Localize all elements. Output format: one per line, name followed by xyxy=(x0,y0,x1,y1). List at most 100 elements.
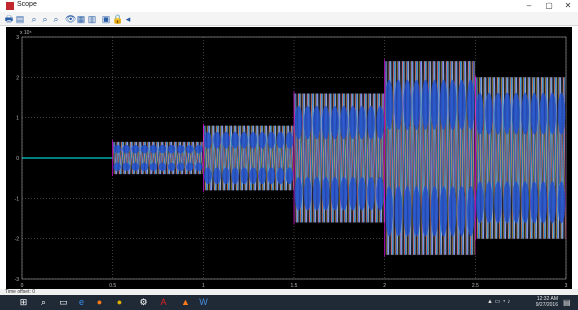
acrobat-icon[interactable]: A xyxy=(158,297,169,308)
zoom-x-icon[interactable]: ⌕ xyxy=(40,14,50,24)
print-icon[interactable]: 🖶 xyxy=(4,14,14,24)
chrome-icon[interactable]: ● xyxy=(114,297,125,308)
beat-lobe xyxy=(140,144,149,154)
beat-lobe xyxy=(158,162,167,172)
beat-lobe xyxy=(512,92,520,135)
beat-lobe xyxy=(412,186,421,237)
beat-lobe xyxy=(439,186,448,237)
beat-lobe xyxy=(457,79,466,130)
beat-lobe xyxy=(466,186,475,237)
beat-lobe xyxy=(185,162,194,172)
zoom-icon[interactable]: ⌕ xyxy=(29,14,39,24)
beat-lobe xyxy=(330,105,339,140)
beat-lobe xyxy=(285,131,294,149)
beat-lobe xyxy=(385,79,394,130)
beat-lobe xyxy=(521,92,530,135)
beat-lobe xyxy=(140,162,149,172)
beat-lobe xyxy=(240,131,248,149)
beat-lobe xyxy=(276,131,285,149)
beat-lobe xyxy=(503,92,511,135)
search-icon[interactable]: ⌕ xyxy=(38,297,49,308)
word-icon[interactable]: W xyxy=(198,297,209,308)
beat-lobe xyxy=(539,181,548,224)
beat-lobe xyxy=(466,79,475,130)
beat-lobe xyxy=(349,176,357,211)
beat-lobe xyxy=(439,79,448,130)
save-axes-icon[interactable]: ▦ xyxy=(76,14,86,24)
beat-lobe xyxy=(530,181,539,224)
zoom-y-icon[interactable]: ⌕ xyxy=(51,14,61,24)
notification-icon[interactable]: ▤ xyxy=(563,298,572,307)
close-button[interactable]: ✕ xyxy=(559,0,577,12)
beat-lobe xyxy=(267,167,276,185)
beat-lobe xyxy=(548,92,557,135)
beat-lobe xyxy=(412,79,421,130)
beat-lobe xyxy=(222,167,230,185)
signal-selector-icon[interactable]: ◂ xyxy=(123,14,133,24)
beat-lobe xyxy=(494,92,502,135)
beat-lobe xyxy=(149,144,158,154)
beat-lobe xyxy=(485,92,493,135)
beat-lobe xyxy=(330,176,339,211)
system-clock[interactable]: 12:32 AM 9/27/2016 xyxy=(536,296,558,308)
minimize-button[interactable]: – xyxy=(520,0,538,12)
beat-lobe xyxy=(222,131,230,149)
y-tick-label: 0 xyxy=(16,156,19,162)
beat-lobe xyxy=(448,186,457,237)
beat-lobe xyxy=(503,181,511,224)
beat-lobe xyxy=(448,79,457,130)
beat-lobe xyxy=(149,162,158,172)
beat-lobe xyxy=(158,144,167,154)
params-icon[interactable]: ▤ xyxy=(15,14,25,24)
beat-lobe xyxy=(312,176,321,211)
beat-lobe xyxy=(113,144,122,154)
beat-lobe xyxy=(294,105,303,140)
restore-axes-icon[interactable]: ▥ xyxy=(87,14,97,24)
beat-lobe xyxy=(376,105,384,140)
beat-lobe xyxy=(167,162,176,172)
firefox-icon[interactable]: ● xyxy=(94,297,105,308)
scope-axes[interactable]: 0 0.5 1 1.5 2 2.5 3 -3 -2 -1 0 1 2 3 x 10⁵ xyxy=(6,27,572,289)
beat-lobe xyxy=(394,186,403,237)
beat-lobe xyxy=(176,162,185,172)
maximize-button[interactable]: ▢ xyxy=(540,0,558,12)
beat-lobe xyxy=(122,162,131,172)
tray-icons[interactable]: ▲ ▭ ◔ ♪ xyxy=(487,298,510,305)
beat-lobe xyxy=(485,181,493,224)
beat-lobe xyxy=(321,105,330,140)
matlab-icon[interactable]: ▲ xyxy=(180,297,191,308)
beat-lobe xyxy=(421,186,430,237)
taskview-icon[interactable]: ▭ xyxy=(58,297,69,308)
beat-lobe xyxy=(376,176,384,211)
beat-lobe xyxy=(194,144,203,154)
beat-lobe xyxy=(394,79,403,130)
beat-lobe xyxy=(321,176,330,211)
edge-icon[interactable]: e xyxy=(76,297,87,308)
beat-lobe xyxy=(303,105,312,140)
beat-lobe xyxy=(557,92,566,135)
beat-lobe xyxy=(285,167,294,185)
beat-lobe xyxy=(457,186,466,237)
beat-lobe xyxy=(204,167,212,185)
settings-icon[interactable]: ⚙ xyxy=(138,297,149,308)
beat-lobe xyxy=(421,79,430,130)
binoculars-icon[interactable]: 👁 xyxy=(65,14,76,24)
beat-lobe xyxy=(213,131,221,149)
y-tick-label: 2 xyxy=(16,75,19,81)
beat-lobe xyxy=(548,181,557,224)
beat-lobe xyxy=(194,162,203,172)
beat-lobe xyxy=(403,186,412,237)
beat-lobe xyxy=(249,167,258,185)
y-tick-label: 3 xyxy=(16,35,19,41)
start-icon[interactable]: ⊞ xyxy=(18,297,29,308)
y-tick-label: -2 xyxy=(15,237,20,243)
beat-lobe xyxy=(530,92,539,135)
floating-scope-icon[interactable]: ▣ xyxy=(101,14,111,24)
lock-icon[interactable]: 🔒 xyxy=(112,14,123,24)
beat-lobe xyxy=(185,144,194,154)
scope-app-icon xyxy=(6,2,14,10)
beat-lobe xyxy=(176,144,185,154)
beat-lobe xyxy=(539,92,548,135)
scope-plot: 0 0.5 1 1.5 2 2.5 3-3-2-10123x 10⁵ xyxy=(15,30,568,289)
beat-lobe xyxy=(249,131,258,149)
